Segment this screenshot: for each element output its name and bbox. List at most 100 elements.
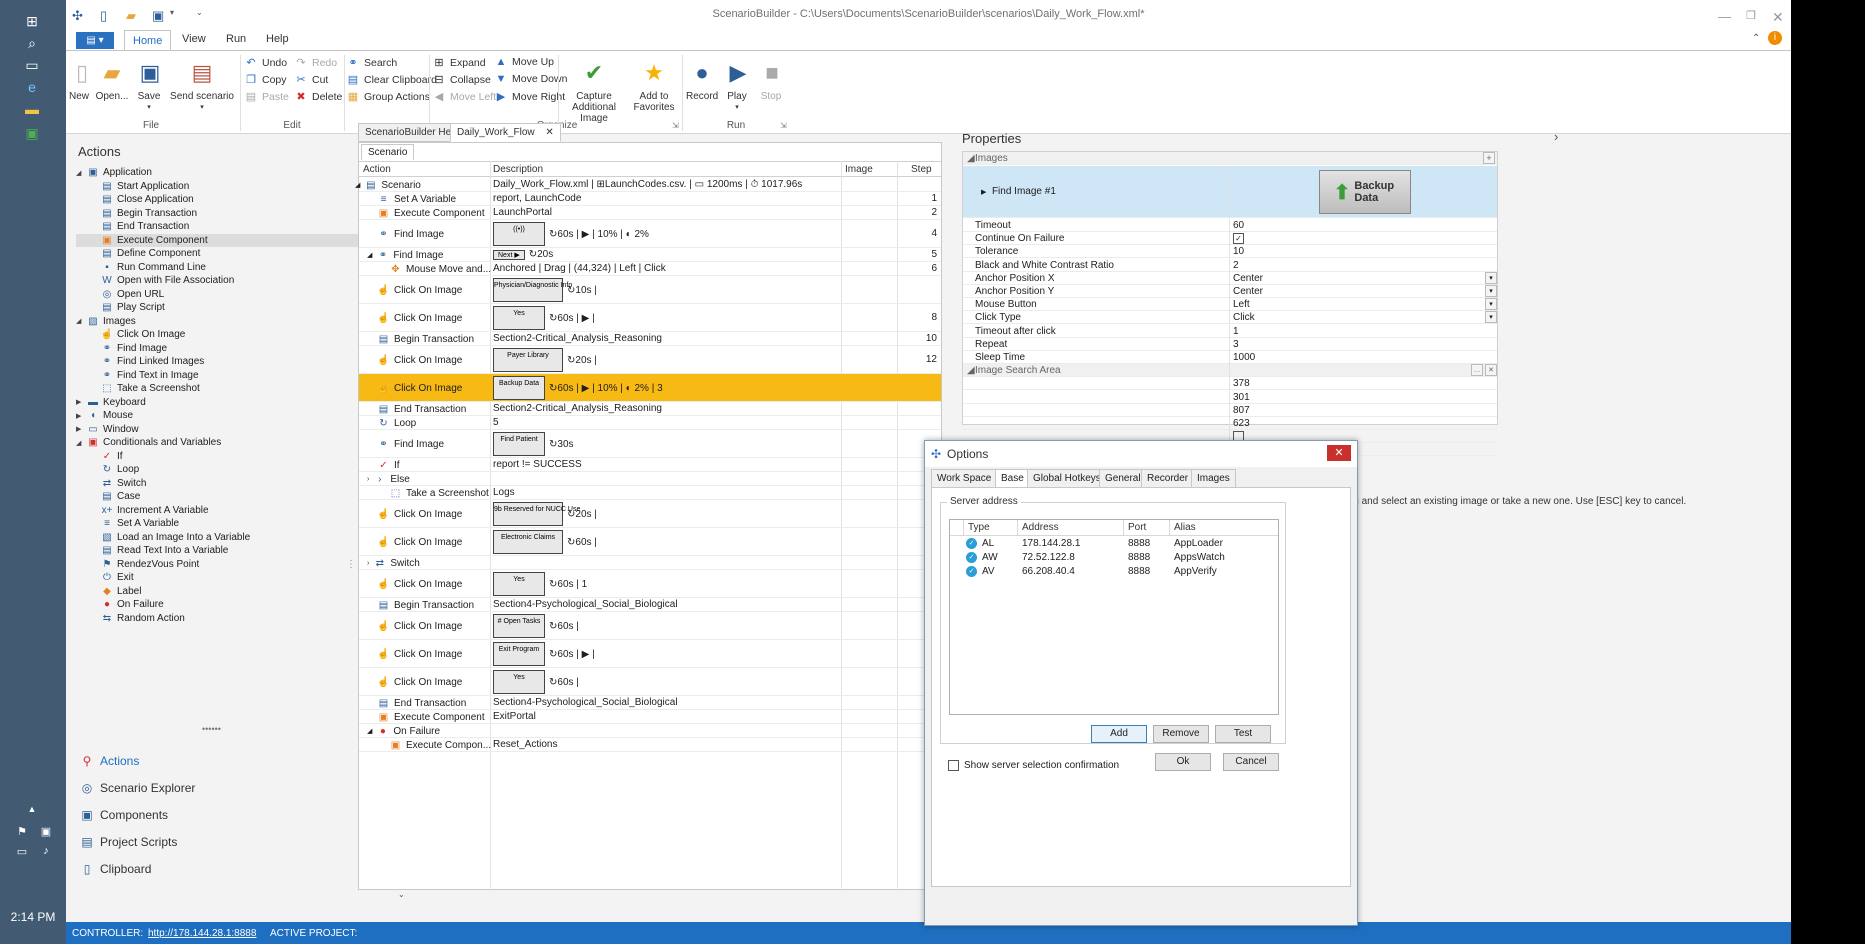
tree-item-open-with-file-association[interactable]: W Open with File Association xyxy=(100,274,234,287)
grid-row[interactable]: ▣ Execute Component LaunchPortal 2 xyxy=(359,206,941,220)
server-row[interactable]: ✓ AW 72.52.122.8 8888 AppsWatch xyxy=(950,551,1278,565)
property-value[interactable]: 10 xyxy=(1233,246,1244,257)
tab-view[interactable]: View xyxy=(182,33,206,45)
close-window-icon[interactable]: ✕ xyxy=(1772,9,1784,26)
open-button[interactable]: ▰ Open... xyxy=(94,57,130,102)
col-action[interactable]: Action xyxy=(363,164,391,175)
property-mouse-button[interactable]: Mouse Button Left ▾ xyxy=(963,298,1497,312)
image-thumbnail[interactable]: Next ▶ xyxy=(493,249,525,260)
row-toggle-icon[interactable]: › xyxy=(367,560,369,567)
grid-row[interactable]: ▤ Begin Transaction Section2-Critical_Anal… xyxy=(359,332,941,346)
tab-global-hotkeys[interactable]: Global Hotkeys xyxy=(1027,469,1107,488)
property-sleep-time[interactable]: Sleep Time 1000 xyxy=(963,351,1497,364)
image-thumbnail[interactable]: Exit Program xyxy=(493,642,545,666)
tab-work-space[interactable]: Work Space xyxy=(931,469,998,488)
property-repeat[interactable]: Repeat 3 xyxy=(963,337,1497,351)
col-image[interactable]: Image xyxy=(845,164,873,175)
collapse-ribbon-icon[interactable]: ⌃ xyxy=(1752,33,1760,44)
expand-button[interactable]: ⊞ Expand xyxy=(432,56,485,69)
tree-item-take-a-screenshot[interactable]: ⬚ Take a Screenshot xyxy=(100,382,200,395)
stop-button[interactable]: ■ Stop xyxy=(756,57,786,102)
copy-button[interactable]: ❐ Copy xyxy=(244,73,286,86)
info-icon[interactable]: i xyxy=(1768,31,1782,45)
nav-project-scripts[interactable]: ▤ Project Scripts xyxy=(80,835,177,849)
grid-row[interactable]: ◢ ⚭ Find Image Next ▶ ↻ 20s 5 xyxy=(359,248,941,262)
property-row[interactable]: 378 xyxy=(963,377,1497,391)
category-toggle-icon[interactable]: ◢ xyxy=(967,365,975,376)
scenario-subtab[interactable]: Scenario xyxy=(361,144,415,160)
dropdown-chevron-icon[interactable]: ▾ xyxy=(1485,311,1497,324)
find-image-row[interactable]: ▶ Find Image #1 ⬆ Backup Data xyxy=(963,166,1497,218)
send-scenario-button[interactable]: ▤ Send scenario ▾ xyxy=(170,57,234,113)
dropdown-chevron-icon[interactable]: ▾ xyxy=(1485,298,1497,311)
tree-item-window[interactable]: ▶ ▭ Window xyxy=(76,423,139,436)
expand-row-icon[interactable]: ▶ xyxy=(981,189,986,196)
tree-item-application[interactable]: ◢ ▣ Application xyxy=(76,166,152,179)
paste-button[interactable]: ▤ Paste xyxy=(244,90,289,103)
image-thumbnail[interactable]: Yes xyxy=(493,670,545,694)
tree-item-run-command-line[interactable]: ▪ Run Command Line xyxy=(100,261,206,274)
tree-item-random-action[interactable]: ⇆ Random Action xyxy=(100,612,185,625)
grid-row[interactable]: ☝ Click On Image Physician/Diagnostic Info… xyxy=(359,276,941,304)
tree-toggle-icon[interactable]: ◢ xyxy=(76,439,86,447)
tree-item-begin-transaction[interactable]: ▤ Begin Transaction xyxy=(100,207,197,220)
property-image-search-area[interactable]: ◢ Image Search Area … ✕ xyxy=(963,364,1497,378)
backup-data-thumbnail[interactable]: ⬆ Backup Data xyxy=(1319,170,1411,214)
add-server-button[interactable]: Add xyxy=(1091,725,1147,743)
grid-row[interactable]: ✓ If report != SUCCESS xyxy=(359,458,941,472)
tree-item-switch[interactable]: ⇄ Switch xyxy=(100,477,147,490)
property-value[interactable]: 623 xyxy=(1233,418,1250,429)
tree-item-load-an-image-into-a-variable[interactable]: ▧ Load an Image Into a Variable xyxy=(100,531,250,544)
volume-icon[interactable]: ♪ xyxy=(36,842,56,860)
confirm-checkbox[interactable] xyxy=(948,760,959,771)
grid-row[interactable]: ▤ End Transaction Section2-Critical_Analys… xyxy=(359,402,941,416)
tree-item-set-a-variable[interactable]: ≡ Set A Variable xyxy=(100,517,179,530)
display-icon[interactable]: ▭ xyxy=(12,842,32,860)
windows-start-icon[interactable]: ⊞ xyxy=(22,12,42,30)
grid-row[interactable]: ▣ Execute Component ExitPortal xyxy=(359,710,941,724)
remove-server-button[interactable]: Remove xyxy=(1153,725,1209,743)
move-down-button[interactable]: ▼ Move Down xyxy=(494,73,568,85)
col-description[interactable]: Description xyxy=(493,164,543,175)
tree-toggle-icon[interactable]: ▶ xyxy=(76,425,86,433)
grid-row[interactable]: ✥ Mouse Move and... Anchored | Drag | (44,… xyxy=(359,262,941,276)
tab-general[interactable]: General xyxy=(1099,469,1147,488)
image-thumbnail[interactable]: Payer Library xyxy=(493,348,563,372)
delete-button[interactable]: ✖ Delete xyxy=(294,90,342,103)
grid-row[interactable]: ◢ ▤ Scenario Daily_Work_Flow.xml | ⊞LaunchC… xyxy=(355,178,941,192)
property-checkbox[interactable]: ✓ xyxy=(1233,233,1244,245)
play-button[interactable]: ▶ Play ▾ xyxy=(722,57,752,113)
tree-item-conditionals-and-variables[interactable]: ◢ ▣ Conditionals and Variables xyxy=(76,436,221,449)
collapse-button[interactable]: ⊟ Collapse xyxy=(432,73,490,86)
property-value[interactable]: Center xyxy=(1233,286,1263,297)
tab-help[interactable]: Help xyxy=(266,33,289,45)
record-button[interactable]: ● Record xyxy=(686,57,718,102)
tree-item-define-component[interactable]: ▤ Define Component xyxy=(100,247,200,260)
cut-button[interactable]: ✂ Cut xyxy=(294,73,328,86)
tree-item-exit[interactable]: ⏻ Exit xyxy=(100,571,134,584)
add-image-icon[interactable]: + xyxy=(1483,152,1495,164)
grid-row[interactable]: ☝ Click On Image Electronic Claims ↻ 60s | xyxy=(359,528,941,556)
property-value[interactable]: 3 xyxy=(1233,339,1239,350)
group-actions-button[interactable]: ▦ Group Actions xyxy=(346,90,430,103)
tab-base[interactable]: Base xyxy=(995,469,1030,488)
tree-item-end-transaction[interactable]: ▤ End Transaction xyxy=(100,220,189,233)
dropdown-chevron-icon[interactable]: ▾ xyxy=(1485,285,1497,297)
property-value[interactable]: 60 xyxy=(1233,220,1244,231)
image-thumbnail[interactable]: ((•)) xyxy=(493,222,545,246)
tree-item-case[interactable]: ▤ Case xyxy=(100,490,140,503)
property-black-and-white-contrast-ratio[interactable]: Black and White Contrast Ratio 2 xyxy=(963,258,1497,272)
grid-row[interactable]: ☝ Click On Image Payer Library ↻ 20s | 12 xyxy=(359,346,941,374)
row-toggle-icon[interactable]: › xyxy=(367,476,369,483)
minimize-icon[interactable]: — xyxy=(1718,9,1731,24)
grid-row[interactable]: ☝ Click On Image # Open Tasks ↻ 60s | xyxy=(359,612,941,640)
move-left-button[interactable]: ◀ Move Left xyxy=(432,90,496,103)
undo-button[interactable]: ↶ Undo xyxy=(244,56,287,69)
controller-link[interactable]: http://178.144.28.1:8888 xyxy=(148,928,256,939)
close-tab-icon[interactable]: ✕ xyxy=(545,127,553,138)
redo-button[interactable]: ↷ Redo xyxy=(294,56,337,69)
property-row[interactable]: 623 xyxy=(963,417,1497,430)
tab-home[interactable]: Home xyxy=(124,30,172,51)
property-value[interactable]: 807 xyxy=(1233,405,1250,416)
flag-icon[interactable]: ⚑ xyxy=(12,822,32,840)
